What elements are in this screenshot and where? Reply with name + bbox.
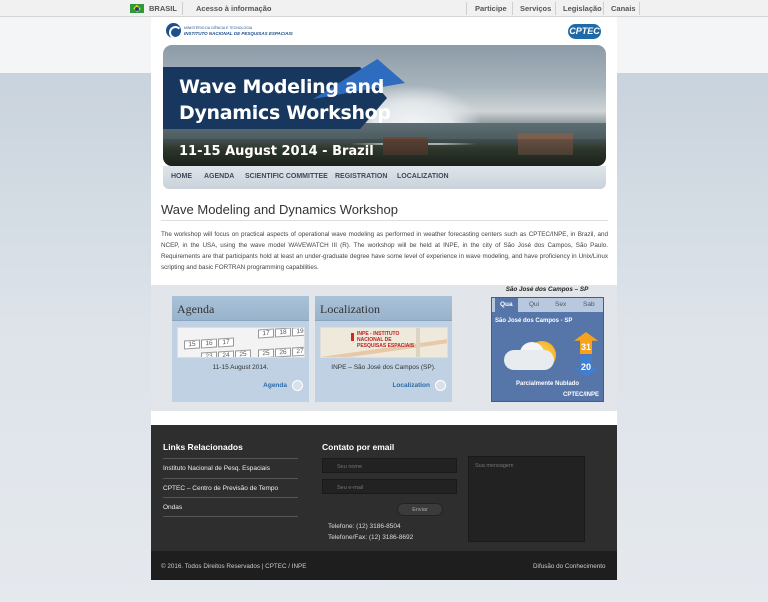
footer-link-ondas[interactable]: Ondas (163, 504, 182, 511)
nav-localization[interactable]: LOCALIZATION (397, 173, 449, 180)
banner-dates: 11-15 August 2014 - Brazil (179, 144, 374, 159)
localization-card-title: Localization (320, 302, 380, 316)
weather-tab-qui[interactable]: Qui (529, 301, 539, 308)
legislacao-link[interactable]: Legislação (563, 4, 602, 13)
contact-title: Contato por email (322, 442, 395, 452)
nav-agenda[interactable]: AGENDA (204, 173, 234, 180)
copyright-text: © 2016. Todos Direitos Reservados | CPTE… (161, 563, 307, 570)
email-input[interactable] (322, 479, 457, 494)
nav-scientific-committee[interactable]: SCIENTIFIC COMMITTEE (245, 173, 328, 180)
name-input[interactable] (322, 458, 457, 473)
fax-text: Telefone/Fax: (12) 3186-8692 (328, 534, 414, 541)
map-label: INPE - INSTITUTO NACIONAL DE PESQUISAS E… (357, 331, 415, 349)
localization-more-icon[interactable] (435, 380, 446, 391)
nav-registration[interactable]: REGISTRATION (335, 173, 387, 180)
agenda-more-icon[interactable] (292, 380, 303, 391)
workshop-banner: Wave Modeling and Dynamics Workshop 11-1… (163, 45, 606, 166)
weather-source: CPTEC/INPE (562, 392, 599, 398)
max-temp: 31 (580, 342, 591, 352)
calendar-image: 17 18 19 15 16 17 25 26 27 23 24 25 (177, 327, 305, 358)
access-info-link[interactable]: Acesso à informação (196, 4, 271, 13)
page-title: Wave Modeling and Dynamics Workshop (161, 202, 398, 217)
weather-widget: Qua Qui Sex Sab São José dos Campos - SP… (491, 297, 604, 402)
difusao-link[interactable]: Difusão do Conhecimento (533, 563, 605, 570)
min-temp: 20 (580, 362, 591, 372)
localization-card-link[interactable]: Localization (392, 382, 430, 389)
servicos-link[interactable]: Serviços (520, 4, 551, 13)
banner-title-line1: Wave Modeling and (179, 76, 385, 98)
weather-tabs: Qua Qui Sex Sab (492, 298, 603, 312)
weather-tab-sex[interactable]: Sex (555, 301, 566, 308)
workshop-description: The workshop will focus on practical asp… (161, 231, 608, 271)
agenda-card-text: 11-15 August 2014. (212, 364, 269, 371)
map-image: INPE - INSTITUTO NACIONAL DE PESQUISAS E… (320, 327, 448, 358)
weather-tab-qua[interactable]: Qua (495, 298, 518, 312)
weather-condition: Parcialmente Nublado (515, 381, 580, 387)
inpe-logo-line1: MINISTÉRIO DA CIÊNCIA E TECNOLOGIA (184, 26, 253, 30)
footer-link-inpe[interactable]: Instituto Nacional de Pesq. Espaciais (163, 465, 270, 472)
banner-title-line2: Dynamics Workshop (179, 102, 391, 124)
weather-title: São José dos Campos – SP (505, 286, 589, 293)
cptec-logo[interactable]: CPTEC (568, 24, 601, 39)
phone-text: Telefone: (12) 3186-8504 (328, 523, 401, 530)
canais-link[interactable]: Canais (611, 4, 636, 13)
footer-link-cptec[interactable]: CPTEC – Centro de Previsão de Tempo (163, 485, 278, 492)
weather-city: São José dos Campos - SP (495, 318, 573, 324)
country-label[interactable]: BRASIL (149, 4, 177, 13)
agenda-card-title: Agenda (177, 302, 215, 316)
message-textarea[interactable] (468, 456, 585, 542)
agenda-card-link[interactable]: Agenda (263, 382, 287, 389)
localization-card-text: INPE – São José dos Campos (SP). (331, 364, 436, 371)
inpe-logo-icon[interactable] (166, 23, 182, 39)
weather-tab-sab[interactable]: Sab (583, 301, 595, 308)
gov-bar: BRASIL Acesso à informação Participe Ser… (0, 0, 768, 17)
inpe-logo-line2: INSTITUTO NACIONAL DE PESQUISAS ESPACIAI… (184, 31, 293, 36)
nav-home[interactable]: HOME (171, 173, 192, 180)
participe-link[interactable]: Participe (475, 4, 507, 13)
localization-card: Localization INPE - INSTITUTO NACIONAL D… (315, 296, 452, 402)
main-nav: HOME AGENDA SCIENTIFIC COMMITTEE REGISTR… (163, 166, 606, 189)
map-pin-icon (351, 333, 354, 341)
agenda-card: Agenda 17 18 19 15 16 17 25 26 27 23 24 … (172, 296, 309, 402)
send-button[interactable]: Enviar (397, 503, 443, 516)
brazil-flag-icon (130, 4, 144, 13)
links-title: Links Relacionados (163, 442, 243, 452)
